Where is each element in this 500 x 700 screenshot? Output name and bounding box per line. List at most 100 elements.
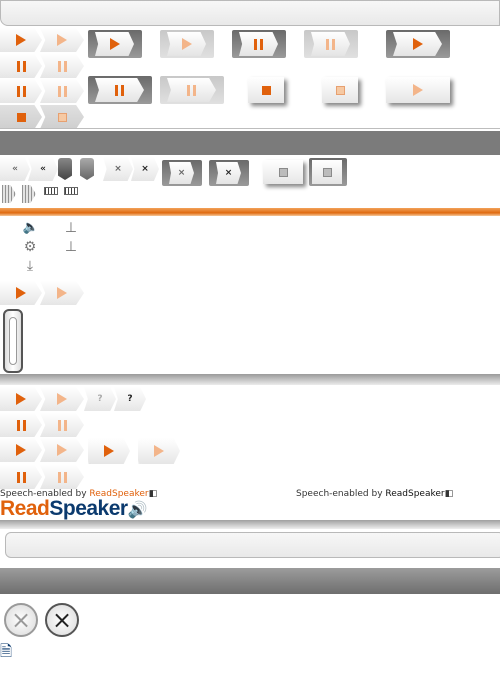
pin-icon[interactable]: ⊥ [62,240,80,254]
divider-line [0,128,500,129]
speaker-icon: ◧ [148,489,158,499]
pause-icon [326,38,335,50]
pause-button-disabled[interactable] [40,465,84,489]
play-icon [57,34,67,46]
close-button-framed[interactable]: × [162,160,202,186]
pause-button[interactable] [0,465,42,489]
orange-divider [0,208,500,216]
grip-icon [64,187,78,195]
pin-icon[interactable]: ⊥ [62,221,80,235]
play-button-disabled[interactable] [40,438,84,462]
play-button[interactable] [0,281,42,305]
pause-button-disabled[interactable] [40,79,84,103]
play-icon [16,287,26,299]
play-button-disabled[interactable] [40,387,84,411]
speech-prefix: Speech-enabled by [296,489,386,499]
stop-button[interactable] [0,105,42,129]
download-icon[interactable]: ⤓ [21,259,39,273]
play-button-disabled[interactable] [40,28,84,52]
pause-button-disabled[interactable] [40,413,84,437]
close-button[interactable]: × [103,157,133,181]
vertical-slider[interactable] [3,309,23,373]
pause-icon [115,84,124,96]
play-button-framed-alt[interactable] [386,30,450,58]
stop-icon [16,112,26,122]
play-button-framed[interactable] [88,30,142,58]
grid-handle[interactable] [22,185,36,203]
divider-bar-light [0,520,500,529]
close-button-round-disabled[interactable]: × [4,603,38,637]
grip-icon [44,187,58,195]
divider-bar [0,568,500,594]
close-icon: × [141,163,149,174]
pause-icon [254,38,263,50]
pause-button[interactable] [0,54,42,78]
play-button-disabled[interactable] [40,281,84,305]
play-button[interactable] [0,28,42,52]
pause-button[interactable] [0,413,42,437]
stop-button[interactable] [248,77,284,103]
close-button-framed-active[interactable]: × [209,160,249,186]
slider-handle[interactable] [80,158,94,180]
help-button[interactable]: ? [114,387,146,411]
close-button-active[interactable]: × [131,157,159,181]
stop-button-disabled[interactable] [322,77,358,103]
sound-icon: 🔊 [127,502,148,519]
readspeaker-logo[interactable]: ReadSpeaker🔊 [0,497,148,521]
speaker-icon: ◧ [444,489,454,499]
divider-bar [0,131,500,155]
pause-button-framed[interactable] [88,76,152,104]
pause-button-framed[interactable] [232,30,286,58]
pause-icon [57,471,67,483]
gear-icon[interactable]: ⚙ [21,240,39,254]
rewind-icon: « [12,163,18,174]
play-icon [104,445,114,457]
pause-button-framed-disabled[interactable] [304,30,358,58]
pause-button[interactable] [0,79,42,103]
grid-handle[interactable] [2,185,16,203]
divider-bar-light [0,374,500,385]
text-input-bar[interactable] [5,532,500,558]
play-icon [57,393,67,405]
logo-read: Read [0,497,50,520]
top-bar [0,0,500,26]
slider-track [9,317,17,365]
pause-icon [57,85,67,97]
speech-enabled-label[interactable]: Speech-enabled by ReadSpeaker◧ [296,489,453,499]
pause-button-disabled[interactable] [40,54,84,78]
close-icon: × [10,606,32,634]
play-button[interactable] [0,387,42,411]
slider-handle[interactable] [58,158,72,180]
play-icon [412,38,423,50]
rewind-button[interactable]: « [0,157,30,181]
close-button-round[interactable]: × [45,603,79,637]
help-icon: ? [97,393,103,404]
stop-icon [335,85,345,95]
pause-icon [16,60,26,72]
stop-button-disabled[interactable] [40,105,84,129]
stop-icon [278,167,288,177]
close-icon: × [224,167,233,178]
document-audio-icon[interactable]: 🗎 [0,641,12,666]
play-icon [57,287,67,299]
pause-icon [187,84,196,96]
stop-icon [322,167,332,177]
play-button-shadowed[interactable] [88,438,130,464]
pause-icon [16,419,26,431]
pause-icon [57,60,67,72]
play-button-framed-disabled[interactable] [160,30,214,58]
play-button[interactable] [0,438,42,462]
stop-toggle-button-framed[interactable] [309,158,347,186]
play-icon [16,34,26,46]
stop-icon [261,85,271,95]
help-button-disabled[interactable]: ? [84,387,116,411]
play-button-shadowed-disabled[interactable] [138,438,180,464]
play-icon [109,38,120,50]
pause-button-framed-disabled[interactable] [160,76,224,104]
play-icon [16,444,26,456]
volume-icon[interactable]: 🔈 [22,221,40,234]
play-button-shadowed[interactable] [386,77,450,103]
speech-brand: ReadSpeaker [385,489,445,499]
stop-toggle-button[interactable] [263,160,303,184]
rewind-button-active[interactable]: « [28,157,58,181]
